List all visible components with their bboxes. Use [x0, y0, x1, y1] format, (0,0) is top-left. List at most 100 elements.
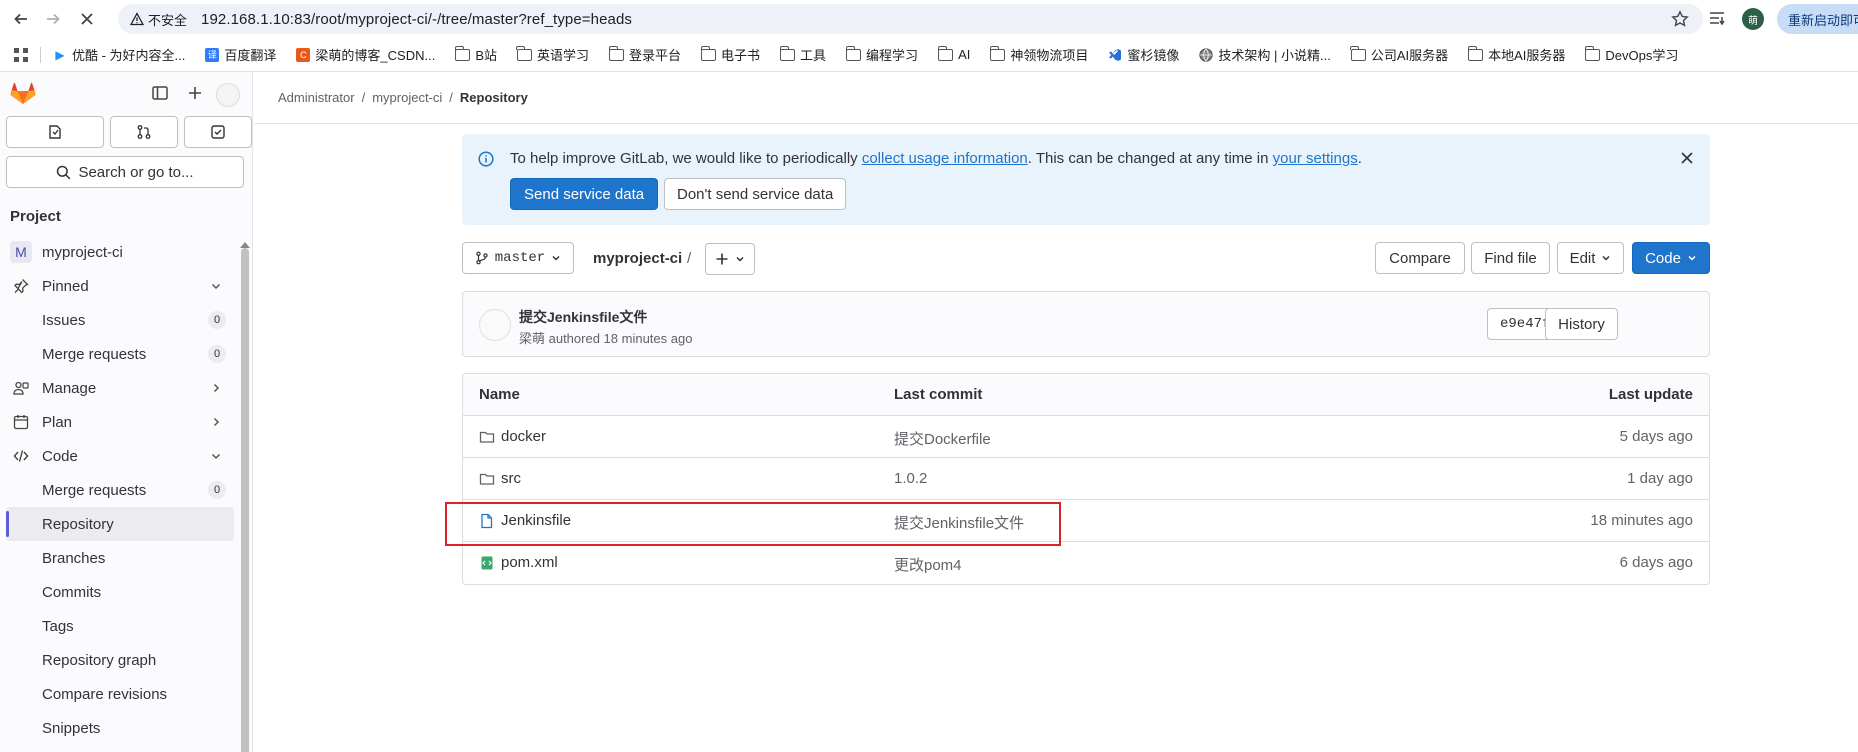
sidebar-item-compare-revisions[interactable]: Compare revisions	[0, 677, 252, 711]
banner-text-2: . This can be changed at any time in	[1027, 150, 1273, 167]
sidebar-item-commits[interactable]: Commits	[0, 575, 252, 609]
url-text[interactable]: 192.168.1.10:83/root/myproject-ci/-/tree…	[201, 11, 632, 28]
user-avatar[interactable]	[216, 83, 240, 107]
last-update-time: 5 days ago	[1619, 428, 1693, 445]
sidebar-item-branches[interactable]: Branches	[0, 541, 252, 575]
sidebar-item-plan[interactable]: Plan	[0, 405, 252, 439]
bookmark-label: 登录平台	[629, 48, 682, 63]
bookmark-item[interactable]: 电子书	[700, 45, 761, 64]
chevron-glyph	[213, 417, 220, 427]
collect-usage-link[interactable]: collect usage information	[862, 150, 1028, 167]
find-file-button[interactable]: Find file	[1471, 242, 1550, 274]
bookmark-label: 电子书	[721, 48, 761, 63]
sidebar-item-merge-requests[interactable]: Merge requests 0	[0, 473, 252, 507]
bookmark-label: 工具	[800, 48, 827, 63]
commit-message-link[interactable]: 1.0.2	[894, 470, 927, 487]
sidebar-item-pinned[interactable]: Pinned	[0, 269, 252, 303]
sidebar-item-repository-graph[interactable]: Repository graph	[0, 643, 252, 677]
chevron-right-icon	[210, 416, 222, 428]
bookmark-item[interactable]: 编程学习	[845, 45, 918, 64]
bookmark-item[interactable]: AI	[937, 45, 970, 62]
folder-icon	[845, 45, 862, 61]
bookmark-item[interactable]: ▶ 优酷 - 为好内容全...	[53, 45, 185, 64]
sidebar-item-repository[interactable]: Repository	[6, 507, 234, 541]
bookmark-item[interactable]: C 梁萌的博客_CSDN...	[296, 45, 435, 64]
bookmark-item[interactable]: 公司AI服务器	[1350, 45, 1448, 64]
stop-loading-icon[interactable]	[74, 6, 100, 32]
create-new-icon[interactable]	[187, 85, 203, 101]
bookmark-item[interactable]: 蜜杉镜像	[1108, 45, 1179, 64]
history-button[interactable]: History	[1545, 308, 1618, 340]
address-bar[interactable]: 不安全 192.168.1.10:83/root/myproject-ci/-/…	[118, 4, 1703, 34]
sidebar-project-link[interactable]: M myproject-ci	[0, 235, 252, 269]
plus-icon	[716, 253, 728, 265]
name-column-header: Name	[479, 386, 520, 403]
add-to-tree-dropdown[interactable]	[705, 243, 755, 275]
your-settings-link[interactable]: your settings	[1273, 150, 1358, 167]
breadcrumb-item-project[interactable]: myproject-ci	[372, 90, 442, 105]
back-icon[interactable]	[8, 6, 34, 32]
branch-selector[interactable]: master	[462, 242, 574, 274]
bookmark-item[interactable]: 登录平台	[608, 45, 682, 64]
sidebar-item-manage[interactable]: Manage	[0, 371, 252, 405]
repo-root-link[interactable]: myproject-ci	[593, 250, 682, 267]
bookmark-item[interactable]: 神领物流项目	[989, 45, 1089, 64]
reading-list-icon[interactable]	[1708, 9, 1726, 27]
bookmark-star-icon[interactable]	[1671, 10, 1689, 28]
sidebar-scrollbar[interactable]	[241, 248, 249, 752]
bookmark-item[interactable]: 技术架构 | 小说精...	[1199, 45, 1331, 64]
apps-grid-icon[interactable]	[14, 47, 28, 62]
banner-text-1: To help improve GitLab, we would like to…	[510, 150, 862, 167]
commit-message-link[interactable]: 提交Dockerfile	[894, 428, 991, 449]
sidebar-item-issues[interactable]: Issues 0	[0, 303, 252, 337]
send-service-data-button[interactable]: Send service data	[510, 178, 659, 210]
sidebar-item-code[interactable]: Code	[0, 439, 252, 473]
gitlab-logo-icon[interactable]	[10, 80, 36, 105]
commit-author-avatar[interactable]	[479, 309, 511, 341]
file-name-link[interactable]: docker	[479, 428, 546, 445]
issues-counter-button[interactable]	[6, 116, 105, 148]
breadcrumb-separator: /	[361, 90, 366, 105]
restart-browser-button[interactable]: 重新启动即可	[1777, 4, 1858, 34]
dont-send-service-data-button[interactable]: Don't send service data	[664, 178, 847, 210]
bookmark-item[interactable]: 译百度翻译	[205, 45, 276, 64]
sidebar-item-snippets[interactable]: Snippets	[0, 711, 252, 745]
bookmark-item[interactable]: 工具	[779, 45, 827, 64]
bookmark-item[interactable]: DevOps学习	[1584, 45, 1678, 64]
code-label: Code	[1645, 249, 1681, 267]
last-commit-panel: 提交Jenkinsfile文件 梁萌 authored 18 minutes a…	[462, 291, 1710, 357]
bookmark-label: 神领物流项目	[1010, 48, 1089, 63]
toggle-sidebar-icon[interactable]	[152, 85, 168, 101]
profile-avatar[interactable]: 萌	[1742, 8, 1764, 30]
file-name-link[interactable]: src	[479, 470, 521, 487]
bookmark-item[interactable]: 本地AI服务器	[1467, 45, 1565, 64]
sidebar-menu: Pinned Issues 0 Merge requests 0 Manage Plan Co…	[0, 269, 252, 745]
code-icon	[13, 448, 29, 464]
bookmark-item[interactable]: B站	[454, 45, 497, 64]
close-icon[interactable]	[1680, 151, 1694, 165]
todo-counter-button[interactable]	[184, 116, 252, 148]
merge-requests-counter-button[interactable]	[110, 116, 179, 148]
youku-icon: ▶	[55, 47, 65, 62]
security-warning[interactable]: 不安全	[130, 10, 187, 29]
breadcrumb-item-repository[interactable]: Repository	[460, 90, 528, 105]
compare-button[interactable]: Compare	[1375, 242, 1465, 274]
edit-dropdown[interactable]: Edit	[1557, 242, 1624, 274]
sidebar-item-merge-requests[interactable]: Merge requests 0	[0, 337, 252, 371]
code-dropdown[interactable]: Code	[1632, 242, 1710, 274]
commit-title-link[interactable]: 提交Jenkinsfile文件	[519, 307, 647, 327]
file-name: pom.xml	[501, 554, 558, 571]
bookmark-item[interactable]: 英语学习	[516, 45, 589, 64]
sidebar-item-tags[interactable]: Tags	[0, 609, 252, 643]
pin-icon	[13, 278, 29, 294]
forward-icon[interactable]	[40, 6, 66, 32]
table-row: pom.xml 更改pom4 6 days ago	[463, 542, 1709, 584]
last-update-time: 1 day ago	[1627, 470, 1693, 487]
search-button[interactable]: Search or go to...	[6, 156, 244, 188]
table-header: Name Last commit Last update	[463, 374, 1709, 416]
table-row: src 1.0.2 1 day ago	[463, 458, 1709, 500]
file-name-link[interactable]: pom.xml	[479, 554, 558, 571]
breadcrumb-item-administrator[interactable]: Administrator	[278, 90, 355, 105]
commit-message-link[interactable]: 更改pom4	[894, 554, 962, 575]
bookmark-label: B站	[475, 48, 497, 63]
